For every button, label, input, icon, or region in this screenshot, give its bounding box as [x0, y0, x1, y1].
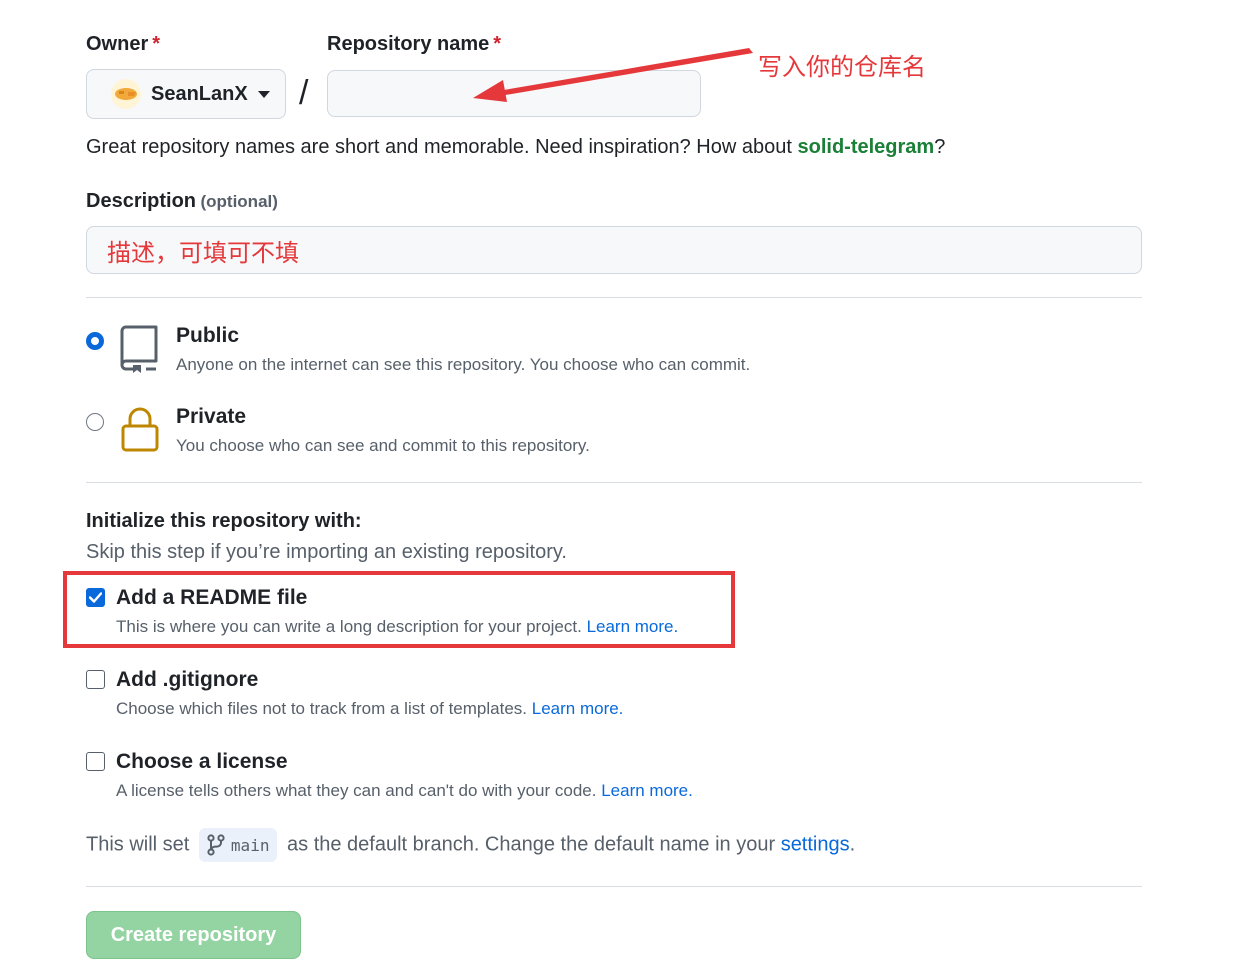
create-repository-button[interactable]: Create repository — [86, 911, 301, 959]
divider — [86, 886, 1142, 887]
optional-tag: (optional) — [200, 192, 278, 211]
default-branch-text: This will set main as the default branch… — [86, 828, 855, 862]
divider — [86, 297, 1142, 298]
learn-more-link[interactable]: Learn more. — [532, 699, 624, 718]
license-checkbox[interactable] — [86, 752, 105, 771]
owner-label: Owner * — [86, 33, 161, 55]
init-subheading: Skip this step if you’re importing an ex… — [86, 541, 567, 563]
owner-dropdown[interactable]: SeanLanX — [86, 69, 286, 119]
divider — [86, 482, 1142, 483]
owner-repo-separator: / — [299, 74, 309, 112]
branch-pill: main — [198, 828, 278, 862]
learn-more-link[interactable]: Learn more. — [601, 781, 693, 800]
repo-icon — [120, 325, 158, 373]
description-input[interactable] — [86, 226, 1142, 274]
avatar-icon — [113, 81, 139, 107]
lock-icon — [121, 407, 159, 452]
git-branch-icon — [207, 834, 225, 856]
private-radio[interactable] — [86, 413, 104, 431]
public-desc: Anyone on the internet can see this repo… — [176, 355, 751, 374]
chevron-down-icon — [257, 90, 270, 98]
init-heading: Initialize this repository with: — [86, 510, 362, 532]
gitignore-desc: Choose which files not to track from a l… — [116, 699, 624, 718]
license-desc: A license tells others what they can and… — [116, 781, 693, 800]
annotation-arrow — [473, 48, 753, 102]
gitignore-checkbox[interactable] — [86, 670, 105, 689]
license-title: Choose a license — [116, 750, 288, 773]
avatar — [111, 79, 141, 109]
name-hint: Great repository names are short and mem… — [86, 136, 946, 158]
owner-name: SeanLanX — [151, 82, 248, 105]
public-title: Public — [176, 324, 240, 347]
repo-name-annotation: 写入你的仓库名 — [758, 54, 926, 81]
private-desc: You choose who can see and commit to thi… — [176, 436, 590, 455]
required-mark: * — [152, 33, 161, 55]
annotation-highlight-box — [63, 571, 735, 648]
public-radio[interactable] — [86, 332, 104, 350]
description-label: Description (optional) — [86, 190, 278, 212]
gitignore-title: Add .gitignore — [116, 668, 259, 691]
branch-name: main — [230, 835, 270, 855]
private-title: Private — [176, 405, 247, 428]
settings-link[interactable]: settings — [781, 833, 850, 855]
name-suggestion-link[interactable]: solid-telegram — [797, 136, 934, 158]
